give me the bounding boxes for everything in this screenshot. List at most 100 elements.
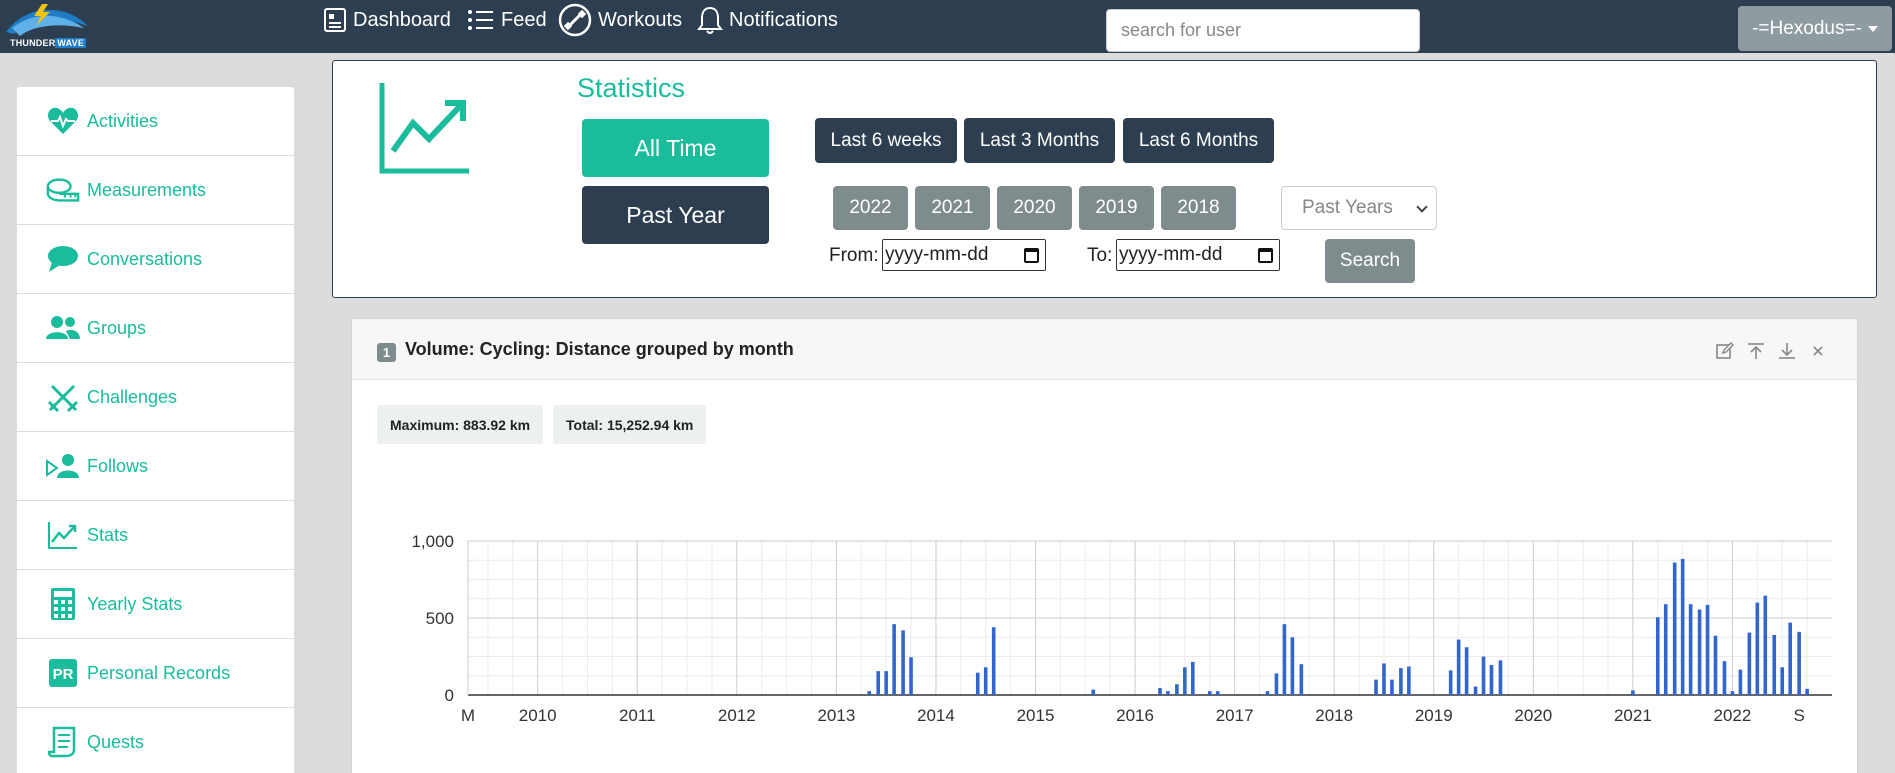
calendar-icon[interactable] bbox=[1258, 248, 1273, 263]
past-years-select[interactable]: Past Years bbox=[1281, 186, 1437, 230]
year-2018-button[interactable]: 2018 bbox=[1161, 186, 1236, 230]
chart-bar bbox=[1374, 679, 1378, 695]
chart-bar bbox=[884, 671, 888, 695]
chart-bar bbox=[1697, 609, 1702, 695]
chart-bar bbox=[1464, 647, 1469, 695]
workouts-icon bbox=[558, 3, 592, 37]
chart-bar bbox=[1299, 664, 1304, 695]
sidebar-item-groups[interactable]: Groups bbox=[17, 294, 294, 363]
scroll-icon bbox=[46, 725, 80, 759]
x-tick-label: 2012 bbox=[718, 706, 756, 725]
chat-bubble-icon bbox=[46, 242, 80, 276]
logo-wave-icon bbox=[6, 4, 88, 36]
users-icon bbox=[46, 311, 80, 345]
chart-bar bbox=[909, 657, 913, 695]
nav-workouts-label: Workouts bbox=[598, 8, 683, 31]
sidebar-item-follows[interactable]: Follows bbox=[17, 432, 294, 501]
sidebar-item-label: Quests bbox=[87, 731, 145, 752]
chart-bar bbox=[1290, 637, 1295, 695]
chart-bar bbox=[975, 672, 980, 695]
to-date-placeholder: yyyy-mm-dd bbox=[1119, 244, 1223, 265]
y-tick-label: 1,000 bbox=[411, 532, 454, 551]
sidebar-item-quests[interactable]: Quests bbox=[17, 708, 294, 773]
search-button[interactable]: Search bbox=[1325, 239, 1415, 283]
sidebar-item-label: Conversations bbox=[87, 248, 203, 269]
statistics-title: Statistics bbox=[577, 73, 686, 103]
chart-card: 1 Volume: Cycling: Distance grouped by m… bbox=[351, 318, 1858, 773]
sidebar-item-label: Follows bbox=[87, 455, 149, 476]
dashboard-icon bbox=[324, 8, 346, 32]
chart-bar bbox=[1498, 660, 1503, 695]
x-tick-label: S bbox=[1793, 706, 1804, 725]
sidebar-item-personal-records[interactable]: PR Personal Records bbox=[17, 639, 294, 708]
chart-bar bbox=[901, 630, 905, 695]
past-years-select-value: Past Years bbox=[1302, 197, 1393, 218]
chart-bar bbox=[1481, 656, 1486, 695]
to-label: To: bbox=[1087, 245, 1113, 266]
nav-feed-label: Feed bbox=[501, 8, 547, 31]
x-tick-label: 2019 bbox=[1415, 706, 1453, 725]
x-tick-label: 2010 bbox=[519, 706, 557, 725]
x-tick-label: 2017 bbox=[1216, 706, 1254, 725]
pr-icon: PR bbox=[46, 656, 80, 690]
follow-icon bbox=[46, 449, 80, 483]
x-tick-label: 2014 bbox=[917, 706, 955, 725]
chart-bar bbox=[1672, 562, 1677, 695]
nav-dashboard[interactable]: Dashboard bbox=[323, 0, 451, 40]
year-2020-button[interactable]: 2020 bbox=[997, 186, 1072, 230]
user-menu-button[interactable]: -=Hexodus=- bbox=[1738, 6, 1892, 51]
sidebar-item-activities[interactable]: Activities bbox=[17, 87, 294, 156]
chevron-down-icon bbox=[1416, 201, 1428, 213]
x-tick-label: 2016 bbox=[1116, 706, 1154, 725]
last-3-months-button[interactable]: Last 3 Months bbox=[964, 118, 1115, 163]
chart-bar bbox=[1191, 661, 1195, 695]
nav-notifications[interactable]: Notifications bbox=[697, 0, 838, 40]
sidebar-item-measurements[interactable]: Measurements bbox=[17, 156, 294, 225]
last-6-months-button[interactable]: Last 6 Months bbox=[1123, 118, 1274, 163]
chart-bar bbox=[1448, 670, 1453, 695]
sidebar-item-stats[interactable]: Stats bbox=[17, 501, 294, 570]
chart-bar bbox=[1705, 604, 1710, 695]
y-tick-label: 0 bbox=[445, 686, 454, 705]
list-icon bbox=[468, 10, 493, 30]
year-2021-button[interactable]: 2021 bbox=[915, 186, 990, 230]
sidebar-item-label: Personal Records bbox=[87, 662, 231, 683]
chart-bar bbox=[1473, 686, 1478, 695]
chart-bar bbox=[991, 627, 996, 695]
user-search-input[interactable] bbox=[1106, 9, 1420, 52]
chart-bar bbox=[1158, 688, 1162, 695]
last-6-weeks-button[interactable]: Last 6 weeks bbox=[815, 118, 957, 163]
all-time-button[interactable]: All Time bbox=[582, 119, 769, 177]
to-date-input[interactable]: yyyy-mm-dd bbox=[1116, 239, 1280, 271]
chart-bar bbox=[1215, 691, 1220, 695]
y-tick-label: 500 bbox=[426, 609, 454, 628]
x-tick-label: 2013 bbox=[817, 706, 855, 725]
nav-workouts[interactable]: Workouts bbox=[558, 0, 682, 40]
sidebar-item-challenges[interactable]: Challenges bbox=[17, 363, 294, 432]
chart-bar bbox=[1166, 691, 1170, 695]
chart-bar bbox=[1265, 691, 1270, 695]
nav-feed[interactable]: Feed bbox=[467, 0, 547, 40]
sidebar-item-conversations[interactable]: Conversations bbox=[17, 225, 294, 294]
chart-bar bbox=[1390, 679, 1394, 695]
chart-bar bbox=[1489, 664, 1494, 695]
thunderwave-logo[interactable]: THUNDER WAVE bbox=[4, 2, 92, 49]
chart-bar bbox=[1631, 690, 1635, 695]
past-year-button[interactable]: Past Year bbox=[582, 186, 769, 244]
x-tick-label: 2021 bbox=[1614, 706, 1652, 725]
chart-bar bbox=[1738, 669, 1743, 695]
chart-bar bbox=[1183, 667, 1187, 695]
statistics-panel: Statistics All Time Past Year Last 6 wee… bbox=[332, 60, 1877, 298]
from-label: From: bbox=[829, 245, 879, 266]
chart-bar bbox=[1688, 604, 1693, 695]
chart-bar bbox=[1788, 622, 1792, 695]
from-date-input[interactable]: yyyy-mm-dd bbox=[882, 239, 1046, 271]
x-tick-label: 2011 bbox=[619, 706, 656, 725]
chart-bar bbox=[1663, 604, 1668, 695]
year-2022-button[interactable]: 2022 bbox=[833, 186, 908, 230]
user-menu-label: -=Hexodus=- bbox=[1752, 17, 1862, 39]
year-2019-button[interactable]: 2019 bbox=[1079, 186, 1154, 230]
sidebar-item-yearly-stats[interactable]: Yearly Stats bbox=[17, 570, 294, 639]
x-tick-label: 2020 bbox=[1514, 706, 1552, 725]
calendar-icon[interactable] bbox=[1024, 248, 1039, 263]
